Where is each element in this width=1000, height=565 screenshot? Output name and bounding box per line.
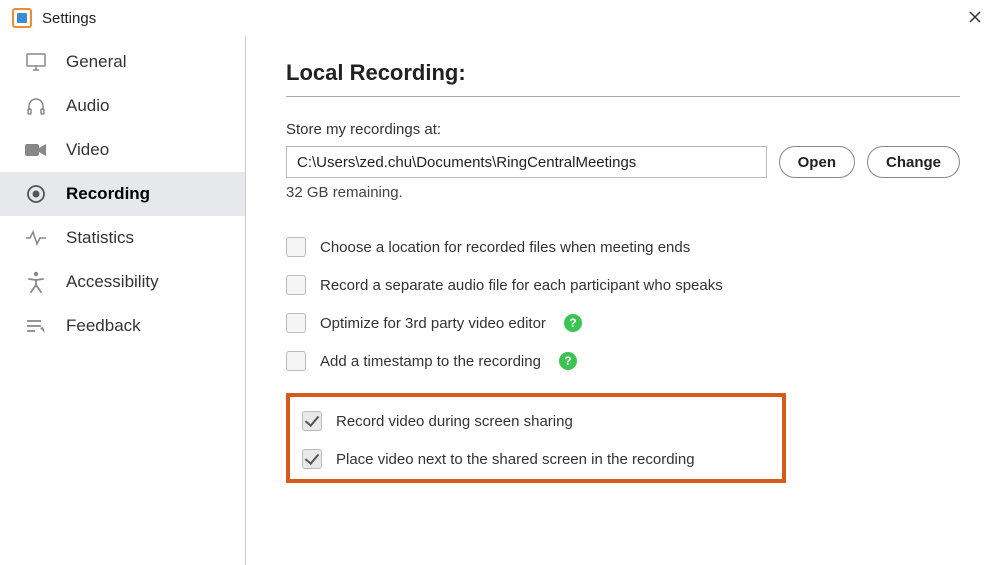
option-label: Record video during screen sharing	[336, 413, 573, 430]
option-separate-audio[interactable]: Record a separate audio file for each pa…	[286, 275, 960, 295]
record-icon	[24, 184, 48, 204]
option-optimize-editor-checkbox[interactable]	[286, 313, 306, 333]
sidebar-item-label: Video	[66, 140, 109, 160]
accessibility-icon	[24, 272, 48, 292]
highlight-box: Record video during screen sharing Place…	[286, 393, 786, 483]
headphones-icon	[24, 96, 48, 116]
sidebar-item-accessibility[interactable]: Accessibility	[0, 260, 245, 304]
help-icon[interactable]: ?	[564, 314, 582, 332]
sidebar-item-label: Audio	[66, 96, 109, 116]
sidebar-item-feedback[interactable]: Feedback	[0, 304, 245, 348]
recording-path-input[interactable]	[286, 146, 767, 178]
sidebar: General Audio Video Recording Statistics	[0, 36, 246, 565]
option-label: Choose a location for recorded files whe…	[320, 239, 690, 256]
app-icon	[12, 8, 32, 28]
option-timestamp[interactable]: Add a timestamp to the recording ?	[286, 351, 960, 371]
sidebar-item-label: General	[66, 52, 126, 72]
sidebar-item-label: Statistics	[66, 228, 134, 248]
option-choose-location[interactable]: Choose a location for recorded files whe…	[286, 237, 960, 257]
sidebar-item-label: Accessibility	[66, 272, 159, 292]
option-label: Record a separate audio file for each pa…	[320, 277, 723, 294]
monitor-icon	[24, 52, 48, 72]
change-button[interactable]: Change	[867, 146, 960, 178]
option-record-video-sharing[interactable]: Record video during screen sharing	[302, 411, 770, 431]
option-choose-location-checkbox[interactable]	[286, 237, 306, 257]
option-label: Optimize for 3rd party video editor	[320, 315, 546, 332]
option-label: Add a timestamp to the recording	[320, 353, 541, 370]
option-timestamp-checkbox[interactable]	[286, 351, 306, 371]
option-place-video-next-checkbox[interactable]	[302, 449, 322, 469]
sidebar-item-video[interactable]: Video	[0, 128, 245, 172]
activity-icon	[24, 228, 48, 248]
feedback-icon	[24, 316, 48, 336]
path-row: Open Change	[286, 146, 960, 178]
remaining-space-label: 32 GB remaining.	[286, 184, 960, 201]
main-panel: Local Recording: Store my recordings at:…	[246, 36, 1000, 565]
option-place-video-next[interactable]: Place video next to the shared screen in…	[302, 449, 770, 469]
store-label: Store my recordings at:	[286, 121, 960, 138]
sidebar-item-audio[interactable]: Audio	[0, 84, 245, 128]
option-separate-audio-checkbox[interactable]	[286, 275, 306, 295]
sidebar-item-recording[interactable]: Recording	[0, 172, 245, 216]
options-list: Choose a location for recorded files whe…	[286, 237, 960, 483]
option-optimize-editor[interactable]: Optimize for 3rd party video editor ?	[286, 313, 960, 333]
sidebar-item-statistics[interactable]: Statistics	[0, 216, 245, 260]
option-label: Place video next to the shared screen in…	[336, 451, 695, 468]
sidebar-item-label: Feedback	[66, 316, 141, 336]
video-icon	[24, 140, 48, 160]
open-button[interactable]: Open	[779, 146, 855, 178]
titlebar: Settings	[0, 0, 1000, 36]
option-record-video-sharing-checkbox[interactable]	[302, 411, 322, 431]
help-icon[interactable]: ?	[559, 352, 577, 370]
close-icon	[968, 10, 982, 24]
sidebar-item-general[interactable]: General	[0, 40, 245, 84]
section-heading: Local Recording:	[286, 60, 960, 97]
close-button[interactable]	[962, 8, 988, 28]
sidebar-item-label: Recording	[66, 184, 150, 204]
window-title: Settings	[42, 10, 96, 27]
